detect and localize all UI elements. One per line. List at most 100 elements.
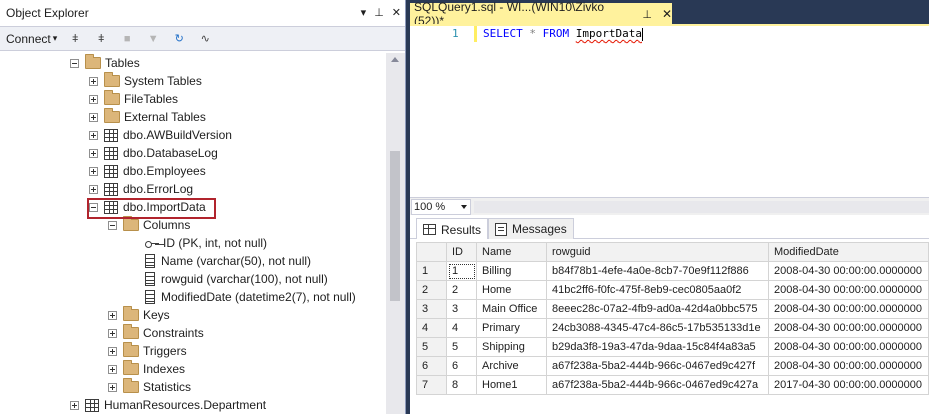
row-number-cell[interactable]: 3 xyxy=(416,299,447,319)
tree-node[interactable]: dbo.ErrorLog xyxy=(89,180,193,198)
table-row[interactable]: 6 6 Archive a67f238a-5ba2-444b-966c-0467ed9… xyxy=(416,356,929,376)
table-cell[interactable]: 24cb3088-4345-47c4-86c5-17b535133d1e xyxy=(546,318,769,338)
expand-icon[interactable] xyxy=(89,166,98,176)
tab-results[interactable]: Results xyxy=(416,218,489,240)
table-cell[interactable]: b29da3f8-19a3-47da-9daa-15c84f4a83a5 xyxy=(546,337,769,357)
tree-node[interactable]: Name (varchar(50), not null) xyxy=(145,252,311,270)
tree-node[interactable]: rowguid (varchar(100), not null) xyxy=(145,270,328,288)
expand-icon[interactable] xyxy=(108,310,117,320)
table-cell[interactable]: 2008-04-30 00:00:00.0000000 xyxy=(768,299,929,319)
pin-icon[interactable]: ⊥ xyxy=(642,8,652,21)
table-cell[interactable]: b84f78b1-4efe-4a0e-8cb7-70e9f112f886 xyxy=(546,261,769,281)
tree-node[interactable]: HumanResources.Department xyxy=(70,396,266,414)
tree-node[interactable]: Keys xyxy=(108,306,170,324)
table-cell[interactable]: 5 xyxy=(446,337,477,357)
column-header-id[interactable]: ID xyxy=(446,242,477,262)
table-cell[interactable]: 2008-04-30 00:00:00.0000000 xyxy=(768,261,929,281)
filter-icon[interactable]: ▼ xyxy=(145,31,161,47)
pin-icon[interactable]: ⊥ xyxy=(374,6,384,19)
collapse-icon[interactable] xyxy=(70,58,79,68)
row-number-cell[interactable]: 5 xyxy=(416,337,447,357)
table-cell[interactable]: 2 xyxy=(446,280,477,300)
table-cell[interactable]: 2008-04-30 00:00:00.0000000 xyxy=(768,318,929,338)
table-cell[interactable]: 2008-04-30 00:00:00.0000000 xyxy=(768,280,929,300)
row-number-header[interactable] xyxy=(416,242,447,262)
activity-monitor-icon[interactable]: ∿ xyxy=(197,31,213,47)
expand-icon[interactable] xyxy=(89,94,98,104)
code-line[interactable]: SELECT * FROM ImportData xyxy=(483,26,643,42)
tree-node[interactable]: Constraints xyxy=(108,324,204,342)
tree-node[interactable]: Indexes xyxy=(108,360,185,378)
table-cell[interactable]: 8eeec28c-07a2-4fb9-ad0a-42d4a0bbc575 xyxy=(546,299,769,319)
table-cell[interactable]: a67f238a-5ba2-444b-966c-0467ed9c427f xyxy=(546,356,769,376)
disconnect-plug-icon[interactable]: ǂ xyxy=(93,31,109,47)
table-cell[interactable]: 2008-04-30 00:00:00.0000000 xyxy=(768,356,929,376)
table-cell[interactable]: Home xyxy=(476,280,547,300)
connect-button[interactable]: Connect ▾ xyxy=(6,32,57,46)
expand-icon[interactable] xyxy=(70,400,79,410)
expand-icon[interactable] xyxy=(108,364,117,374)
table-row[interactable]: 5 5 Shipping b29da3f8-19a3-47da-9daa-15c84f… xyxy=(416,337,929,357)
close-icon[interactable]: ✕ xyxy=(662,7,672,21)
table-cell[interactable]: 4 xyxy=(446,318,477,338)
table-row[interactable]: 7 8 Home1 a67f238a-5ba2-444b-966c-0467ed9c4… xyxy=(416,375,929,395)
tree-node[interactable]: dbo.AWBuildVersion xyxy=(89,126,232,144)
stop-icon[interactable]: ■ xyxy=(119,31,135,47)
table-cell[interactable]: 8 xyxy=(446,375,477,395)
row-number-cell[interactable]: 1 xyxy=(416,261,447,281)
row-number-cell[interactable]: 6 xyxy=(416,356,447,376)
sql-editor[interactable]: 1 SELECT * FROM ImportData xyxy=(410,26,929,197)
table-row[interactable]: 1 1 Billing b84f78b1-4efe-4a0e-8cb7-70e9f11… xyxy=(416,261,929,281)
column-header-modifieddate[interactable]: ModifiedDate xyxy=(768,242,929,262)
expand-icon[interactable] xyxy=(89,76,98,86)
tree-node[interactable]: ModifiedDate (datetime2(7), not null) xyxy=(145,288,356,306)
tree-node[interactable]: dbo.Employees xyxy=(89,162,206,180)
tree-node[interactable]: Tables xyxy=(70,54,140,72)
collapse-icon[interactable] xyxy=(108,220,117,230)
table-cell[interactable]: Main Office xyxy=(476,299,547,319)
table-row[interactable]: 3 3 Main Office 8eeec28c-07a2-4fb9-ad0a-42d… xyxy=(416,299,929,319)
tree-node[interactable]: FileTables xyxy=(89,90,178,108)
row-number-cell[interactable]: 4 xyxy=(416,318,447,338)
table-cell[interactable]: Shipping xyxy=(476,337,547,357)
row-number-cell[interactable]: 7 xyxy=(416,375,447,395)
expand-icon[interactable] xyxy=(89,112,98,122)
close-icon[interactable]: ✕ xyxy=(392,6,401,19)
dropdown-icon[interactable]: ▾ xyxy=(361,6,367,19)
tree-node[interactable]: External Tables xyxy=(89,108,206,126)
table-cell[interactable]: 41bc2ff6-f0fc-475f-8eb9-cec0805aa0f2 xyxy=(546,280,769,300)
query-tab[interactable]: SQLQuery1.sql - WI...(WIN10\Zivko (52))*… xyxy=(410,0,672,28)
expand-icon[interactable] xyxy=(89,130,98,140)
table-cell[interactable]: Primary xyxy=(476,318,547,338)
tree-node[interactable]: Triggers xyxy=(108,342,187,360)
vertical-scrollbar[interactable] xyxy=(386,53,405,414)
table-cell[interactable]: 1 xyxy=(446,261,477,281)
table-cell[interactable]: 6 xyxy=(446,356,477,376)
expand-icon[interactable] xyxy=(108,328,117,338)
refresh-icon[interactable]: ↻ xyxy=(171,31,187,47)
row-number-cell[interactable]: 2 xyxy=(416,280,447,300)
zoom-select[interactable]: 100 % xyxy=(411,199,471,215)
table-cell[interactable]: 2008-04-30 00:00:00.0000000 xyxy=(768,337,929,357)
tab-messages[interactable]: Messages xyxy=(488,218,574,239)
table-cell[interactable]: Home1 xyxy=(476,375,547,395)
tree-node[interactable]: Statistics xyxy=(108,378,191,396)
table-cell[interactable]: 2017-04-30 00:00:00.0000000 xyxy=(768,375,929,395)
expand-icon[interactable] xyxy=(108,382,117,392)
scroll-up-icon[interactable] xyxy=(391,57,399,62)
column-header-name[interactable]: Name xyxy=(476,242,547,262)
column-header-rowguid[interactable]: rowguid xyxy=(546,242,769,262)
tree-node[interactable]: ID (PK, int, not null) xyxy=(145,234,267,252)
table-cell[interactable]: Archive xyxy=(476,356,547,376)
expand-icon[interactable] xyxy=(89,184,98,194)
horizontal-scrollbar[interactable] xyxy=(474,201,929,213)
table-cell[interactable]: 3 xyxy=(446,299,477,319)
connect-plug-icon[interactable]: ǂ xyxy=(67,31,83,47)
tree-node[interactable]: System Tables xyxy=(89,72,202,90)
scrollbar-thumb[interactable] xyxy=(390,151,400,301)
table-cell[interactable]: Billing xyxy=(476,261,547,281)
table-row[interactable]: 4 4 Primary 24cb3088-4345-47c4-86c5-17b5351… xyxy=(416,318,929,338)
table-cell[interactable]: a67f238a-5ba2-444b-966c-0467ed9c427a xyxy=(546,375,769,395)
tree-node[interactable]: dbo.DatabaseLog xyxy=(89,144,218,162)
expand-icon[interactable] xyxy=(108,346,117,356)
